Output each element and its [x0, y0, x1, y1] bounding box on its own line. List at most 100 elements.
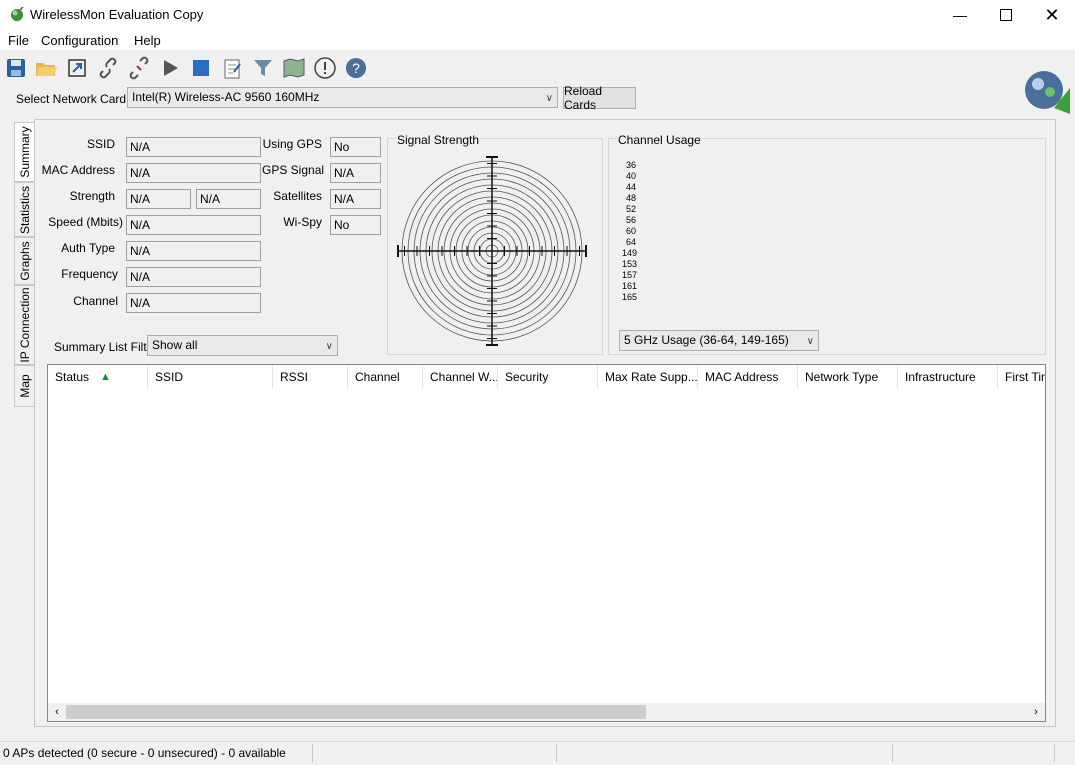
- network-card-select[interactable]: Intel(R) Wireless-AC 9560 160MHz ∨: [127, 87, 558, 108]
- channel-tick-48: 48: [626, 193, 637, 203]
- column-security[interactable]: Security: [498, 365, 598, 389]
- play-icon[interactable]: [158, 56, 182, 80]
- channel-tick-52: 52: [626, 204, 637, 214]
- satellites-label: Satellites: [273, 189, 322, 203]
- tab-graphs[interactable]: Graphs: [14, 237, 34, 285]
- tab-graphs-label: Graphs: [17, 241, 32, 281]
- strength-field-1: N/A: [126, 189, 191, 209]
- column-network-type[interactable]: Network Type: [798, 365, 898, 389]
- channel-tick-153: 153: [622, 259, 638, 269]
- export-icon[interactable]: [65, 56, 89, 80]
- column-infrastructure[interactable]: Infrastructure: [898, 365, 998, 389]
- status-divider: [312, 744, 313, 762]
- channel-band-value: 5 GHz Usage (36-64, 149-165): [624, 333, 789, 347]
- minimize-button[interactable]: —: [937, 0, 983, 30]
- channel-tick-56: 56: [626, 215, 637, 225]
- scroll-right-icon[interactable]: ›: [1029, 705, 1043, 719]
- mac-address-field: N/A: [126, 163, 261, 183]
- tab-map-label: Map: [17, 374, 32, 398]
- stop-icon[interactable]: [189, 56, 213, 80]
- tab-summary[interactable]: Summary: [14, 122, 34, 182]
- reload-cards-button[interactable]: Reload Cards: [563, 84, 636, 112]
- channel-tick-165: 165: [622, 292, 638, 302]
- speed-field: N/A: [126, 215, 261, 235]
- auth-type-label: Auth Type: [61, 241, 115, 255]
- status-text: 0 APs detected (0 secure - 0 unsecured) …: [3, 746, 286, 760]
- tab-ip-connection-label: IP Connection: [17, 287, 32, 363]
- frequency-label: Frequency: [61, 267, 118, 281]
- notepad-icon[interactable]: [220, 56, 244, 80]
- menu-help[interactable]: Help: [134, 33, 161, 48]
- disconnect-icon[interactable]: [127, 56, 151, 80]
- satellites-field: N/A: [330, 189, 381, 209]
- column-max-rate[interactable]: Max Rate Supp...: [598, 365, 698, 389]
- svg-text:?: ?: [352, 60, 360, 76]
- mac-address-label: MAC Address: [41, 163, 115, 177]
- channel-tick-161: 161: [622, 281, 638, 291]
- column-channel-width[interactable]: Channel W...: [423, 365, 498, 389]
- link-icon[interactable]: [96, 56, 120, 80]
- scrollbar-thumb[interactable]: [66, 705, 646, 719]
- brand-logo-icon: [1024, 68, 1072, 116]
- using-gps-label: Using GPS: [262, 137, 322, 151]
- tab-statistics-label: Statistics: [17, 185, 32, 234]
- column-ssid[interactable]: SSID: [148, 365, 273, 389]
- chevron-down-icon: ∨: [325, 341, 333, 352]
- scroll-left-icon[interactable]: ‹: [50, 705, 64, 719]
- status-divider: [892, 744, 893, 762]
- ssid-field: N/A: [126, 137, 261, 157]
- maximize-button[interactable]: [983, 0, 1029, 30]
- tab-ip-connection[interactable]: IP Connection: [14, 285, 34, 365]
- network-card-value: Intel(R) Wireless-AC 9560 160MHz: [132, 90, 320, 104]
- chevron-down-icon: ∨: [545, 93, 553, 104]
- channel-label: Channel: [73, 294, 118, 308]
- ap-list[interactable]: [47, 364, 1046, 722]
- wi-spy-field: No: [330, 215, 381, 235]
- channel-tick-44: 44: [626, 182, 637, 192]
- open-folder-icon[interactable]: [34, 56, 58, 80]
- column-status[interactable]: Status ▲: [48, 365, 148, 389]
- channel-usage-group: [608, 138, 1046, 355]
- maximize-icon: [1000, 9, 1012, 21]
- help-icon[interactable]: ?: [344, 56, 368, 80]
- chevron-down-icon: ∨: [806, 336, 814, 347]
- map-icon[interactable]: [282, 56, 306, 80]
- channel-field: N/A: [126, 293, 261, 313]
- column-channel[interactable]: Channel: [348, 365, 423, 389]
- channel-tick-149: 149: [622, 248, 638, 258]
- menu-configuration[interactable]: Configuration: [41, 33, 118, 48]
- status-divider: [556, 744, 557, 762]
- signal-strength-radar: [396, 155, 588, 347]
- ssid-label: SSID: [86, 137, 115, 151]
- channel-tick-157: 157: [622, 270, 638, 280]
- frequency-field: N/A: [126, 267, 261, 287]
- window-title: WirelessMon Evaluation Copy: [30, 7, 204, 22]
- using-gps-field: No: [330, 137, 381, 157]
- tab-map[interactable]: Map: [14, 365, 34, 407]
- filter-icon[interactable]: [251, 56, 275, 80]
- minimize-icon: —: [953, 7, 967, 23]
- network-card-label: Select Network Card: [16, 92, 127, 106]
- tab-statistics[interactable]: Statistics: [14, 182, 34, 237]
- summary-filter-select[interactable]: Show all ∨: [147, 335, 338, 356]
- close-button[interactable]: ✕: [1029, 0, 1075, 30]
- strength-label: Strength: [69, 189, 115, 203]
- summary-filter-value: Show all: [152, 338, 198, 352]
- save-icon[interactable]: [4, 56, 28, 80]
- channel-band-select[interactable]: 5 GHz Usage (36-64, 149-165) ∨: [619, 330, 819, 351]
- channel-tick-36: 36: [626, 160, 637, 170]
- summary-filter-label: Summary List Filter:: [54, 340, 161, 354]
- tab-summary-label: Summary: [17, 126, 32, 178]
- column-rssi[interactable]: RSSI: [273, 365, 348, 389]
- channel-usage-title: Channel Usage: [617, 133, 702, 147]
- signal-strength-title: Signal Strength: [396, 133, 481, 147]
- channel-tick-60: 60: [626, 226, 637, 236]
- auth-type-field: N/A: [126, 241, 261, 261]
- menu-bar: [0, 30, 1075, 50]
- alert-icon[interactable]: [313, 56, 337, 80]
- column-first-time[interactable]: First Tim: [998, 365, 1045, 389]
- column-mac-address[interactable]: MAC Address: [698, 365, 798, 389]
- channel-tick-64: 64: [626, 237, 637, 247]
- menu-file[interactable]: File: [8, 33, 29, 48]
- gps-signal-label: GPS Signal: [262, 163, 325, 177]
